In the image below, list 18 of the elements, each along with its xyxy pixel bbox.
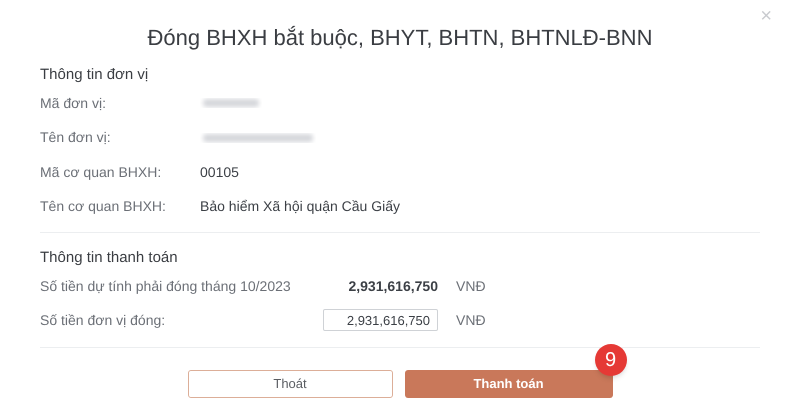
field-label: Số tiền đơn vị đóng:: [40, 310, 166, 330]
field-label: Tên cơ quan BHXH:: [40, 197, 167, 216]
field-value: Bảo hiểm Xã hội quận Cầu Giấy: [200, 197, 400, 216]
field-label: Tên đơn vị:: [40, 128, 112, 148]
step-badge: 9: [594, 344, 626, 376]
section-heading: Thông tin thanh toán: [40, 248, 179, 268]
dialog-title: Đóng BHXH bắt buộc, BHYT, BHTN, BHTNLĐ-BNN: [146, 24, 654, 52]
field-label: Số tiền dự tính phải đóng tháng 10/2023: [40, 276, 292, 296]
field-label: Mã cơ quan BHXH:: [40, 162, 162, 182]
currency-label: VNĐ: [456, 276, 486, 296]
field-value: 00105: [200, 162, 239, 182]
currency-label: VNĐ: [456, 310, 486, 330]
amount-field[interactable]: 2,931,616,750: [323, 309, 438, 331]
exit-button[interactable]: Thoát: [188, 370, 392, 398]
pay-button[interactable]: Thanh toán: [404, 370, 612, 398]
field-label: Mã đơn vị:: [40, 94, 107, 113]
amount-value: 2,931,616,750: [348, 276, 438, 296]
section-heading: Thông tin đơn vị: [40, 65, 150, 85]
